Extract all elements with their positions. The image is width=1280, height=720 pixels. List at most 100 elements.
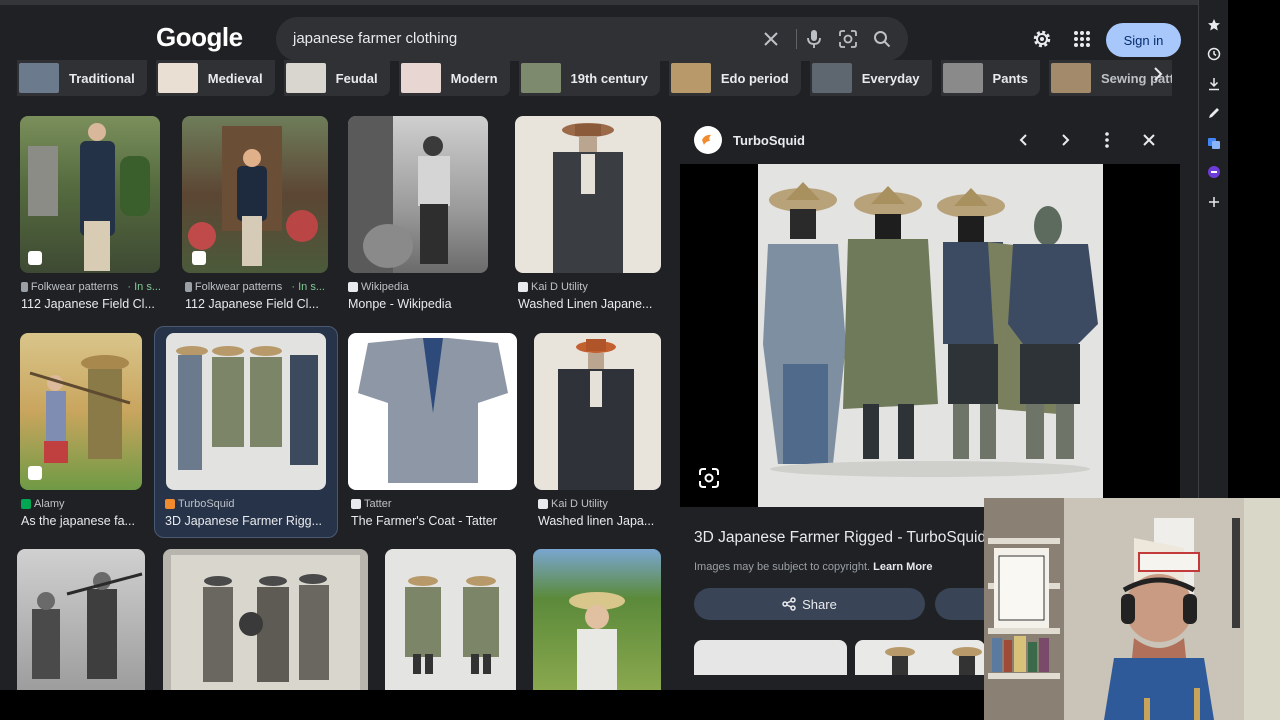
image-badge-icon — [28, 466, 42, 480]
result-image[interactable] — [166, 333, 326, 490]
chip-label: 19th century — [570, 70, 648, 86]
sign-in-button[interactable]: Sign in — [1106, 23, 1181, 57]
result-source[interactable]: Folkwear patterns · In s... — [21, 281, 161, 293]
lens-icon[interactable] — [834, 25, 862, 53]
result-title[interactable]: Washed Linen Japane... — [518, 297, 658, 311]
chip-edo-period[interactable]: Edo period — [668, 60, 801, 96]
result-image[interactable] — [17, 549, 145, 690]
result-title[interactable]: 3D Japanese Farmer Rigg... — [165, 514, 327, 528]
settings-gear-icon[interactable] — [1029, 26, 1055, 52]
learn-more-link[interactable]: Learn More — [873, 561, 932, 573]
translate-icon[interactable] — [1205, 134, 1223, 152]
source-favicon — [165, 499, 175, 509]
related-image[interactable] — [694, 640, 847, 675]
chip-label: Traditional — [69, 70, 135, 86]
shopping-tag-icon — [28, 251, 42, 265]
pen-icon[interactable] — [1205, 104, 1223, 122]
extension-icon[interactable] — [1205, 163, 1223, 181]
chip-thumbnail — [811, 63, 852, 93]
result-title[interactable]: As the japanese fa... — [21, 514, 141, 528]
apps-grid-icon[interactable] — [1069, 26, 1095, 52]
search-input[interactable]: japanese farmer clothing — [293, 30, 457, 47]
result-image[interactable] — [533, 549, 661, 690]
panel-site-name[interactable]: TurboSquid — [733, 133, 805, 148]
download-icon[interactable] — [1205, 75, 1223, 93]
related-image[interactable] — [855, 640, 985, 675]
filter-chips: Traditional Medieval Feudal Modern 19th … — [17, 60, 1172, 96]
share-label: Share — [802, 596, 837, 612]
add-icon[interactable] — [1205, 193, 1223, 211]
more-vert-icon[interactable] — [1097, 130, 1117, 150]
history-icon[interactable] — [1205, 45, 1223, 63]
result-image[interactable] — [348, 116, 488, 273]
result-source[interactable]: TurboSquid — [165, 498, 325, 510]
source-favicon — [185, 282, 192, 292]
chip-pants[interactable]: Pants — [940, 60, 1040, 96]
browser-tab-strip — [0, 0, 1198, 5]
browser-edge — [1228, 0, 1280, 498]
clear-icon[interactable] — [757, 25, 785, 53]
chip-thumbnail — [19, 63, 59, 93]
star-icon[interactable] — [1205, 16, 1223, 34]
search-divider — [796, 29, 797, 49]
turbosquid-favicon[interactable] — [694, 126, 722, 154]
chip-medieval[interactable]: Medieval — [155, 60, 275, 96]
share-icon — [782, 597, 796, 611]
chip-everyday[interactable]: Everyday — [809, 60, 932, 96]
chip-label: Pants — [992, 70, 1028, 86]
shopping-tag-icon — [192, 251, 206, 265]
source-favicon — [348, 282, 358, 292]
result-image[interactable] — [385, 549, 516, 690]
result-image[interactable] — [182, 116, 328, 273]
result-image[interactable] — [348, 333, 517, 490]
result-image[interactable] — [515, 116, 661, 273]
result-title[interactable]: 112 Japanese Field Cl... — [21, 297, 161, 311]
chip-thumbnail — [400, 63, 441, 93]
result-source[interactable]: Kai D Utility — [518, 281, 658, 293]
webcam-overlay — [984, 498, 1280, 720]
copyright-notice: Images may be subject to copyright. Lear… — [694, 561, 933, 573]
chip-label: Modern — [450, 70, 498, 86]
chip-thumbnail — [1050, 63, 1091, 93]
result-title[interactable]: 112 Japanese Field Cl... — [185, 297, 325, 311]
share-button[interactable]: Share — [694, 588, 925, 620]
chip-thumbnail — [520, 63, 561, 93]
search-icon[interactable] — [868, 25, 896, 53]
source-favicon — [538, 499, 548, 509]
search-box[interactable]: japanese farmer clothing — [276, 17, 908, 61]
result-source[interactable]: Wikipedia — [348, 281, 488, 293]
farmer-3d-models-image — [758, 164, 1103, 507]
chip-thumbnail — [157, 63, 198, 93]
lens-search-icon[interactable] — [698, 467, 722, 491]
result-source[interactable]: Alamy — [21, 498, 146, 510]
chevron-right-icon[interactable] — [1150, 66, 1168, 84]
google-logo[interactable]: Google — [156, 22, 243, 53]
chip-modern[interactable]: Modern — [398, 60, 510, 96]
chevron-right-icon[interactable] — [1055, 130, 1075, 150]
microphone-icon[interactable] — [800, 25, 828, 53]
chip-thumbnail — [285, 63, 326, 93]
panel-preview-image[interactable] — [680, 164, 1180, 507]
result-image[interactable] — [20, 116, 160, 273]
chip-label: Everyday — [861, 70, 920, 86]
chip-19th-century[interactable]: 19th century — [518, 60, 660, 96]
chip-feudal[interactable]: Feudal — [283, 60, 390, 96]
chip-thumbnail — [942, 63, 983, 93]
result-source[interactable]: Folkwear patterns · In s... — [185, 281, 325, 293]
result-source[interactable]: Kai D Utility — [538, 498, 663, 510]
chip-label: Feudal — [335, 70, 378, 86]
source-favicon — [21, 499, 31, 509]
result-title[interactable]: Monpe - Wikipedia — [348, 297, 488, 311]
source-favicon — [518, 282, 528, 292]
result-title[interactable]: Washed linen Japa... — [538, 514, 660, 528]
source-favicon — [351, 499, 361, 509]
result-image[interactable] — [163, 549, 368, 690]
chip-traditional[interactable]: Traditional — [17, 60, 147, 96]
result-image[interactable] — [534, 333, 661, 490]
result-title[interactable]: The Farmer's Coat - Tatter — [351, 514, 516, 528]
result-source[interactable]: Tatter — [351, 498, 511, 510]
chevron-left-icon[interactable] — [1014, 130, 1034, 150]
panel-title[interactable]: 3D Japanese Farmer Rigged - TurboSquid — [694, 529, 986, 547]
chip-label: Edo period — [720, 70, 789, 86]
close-icon[interactable] — [1139, 130, 1159, 150]
